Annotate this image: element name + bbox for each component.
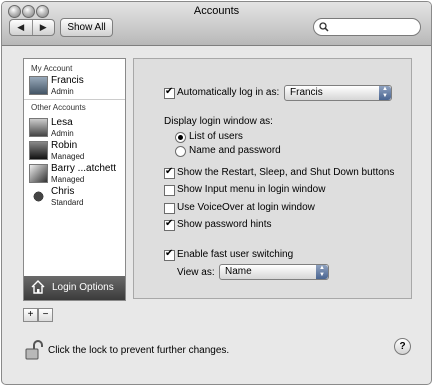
- back-button[interactable]: ◀: [10, 20, 33, 35]
- popup-arrows-icon: ▲ ▼: [316, 265, 328, 279]
- voiceover-label: Use VoiceOver at login window: [177, 202, 315, 213]
- fast-user-switching-label: Enable fast user switching: [177, 249, 294, 260]
- divider: [24, 99, 125, 100]
- display-login-label: Display login window as:: [164, 116, 273, 127]
- fast-user-switching-checkbox[interactable]: [164, 248, 175, 261]
- auto-login-user-popup[interactable]: Francis ▲ ▼: [284, 85, 392, 101]
- show-input-menu-checkbox[interactable]: [164, 185, 175, 196]
- login-options-item[interactable]: Login Options: [24, 276, 125, 300]
- show-restart-label: Show the Restart, Sleep, and Shut Down b…: [177, 167, 395, 178]
- show-input-menu-label: Show Input menu in login window: [177, 184, 326, 195]
- radio-name-label: Name and password: [189, 145, 281, 156]
- avatar: [29, 187, 48, 206]
- account-name: Chris: [51, 186, 75, 197]
- my-account-header: My Account: [31, 64, 73, 73]
- popup-value: Francis: [290, 87, 323, 98]
- avatar: [29, 118, 48, 137]
- help-button[interactable]: ?: [394, 338, 411, 355]
- radio-name-and-password[interactable]: [175, 146, 186, 157]
- account-role: Standard: [51, 198, 84, 207]
- avatar: [29, 76, 48, 95]
- account-chris[interactable]: Chris Standard: [29, 186, 125, 208]
- lock-text: Click the lock to prevent further change…: [48, 345, 230, 356]
- account-francis[interactable]: Francis Admin: [29, 75, 125, 97]
- account-list: My Account Francis Admin Other Accounts …: [23, 58, 126, 301]
- account-name: Robin: [51, 140, 78, 151]
- radio-list-of-users[interactable]: [175, 132, 186, 143]
- account-name: Lesa: [51, 117, 73, 128]
- back-forward-control: ◀ ▶: [9, 19, 55, 36]
- house-icon: [31, 280, 45, 294]
- view-as-label: View as:: [177, 267, 215, 278]
- search-icon: [319, 22, 329, 32]
- account-robin[interactable]: Robin Managed: [29, 140, 125, 162]
- show-all-button[interactable]: Show All: [60, 18, 113, 37]
- view-as-popup[interactable]: Name ▲ ▼: [219, 264, 329, 280]
- auto-login-checkbox[interactable]: [164, 86, 175, 99]
- avatar: [29, 164, 48, 183]
- other-accounts-header: Other Accounts: [31, 103, 86, 112]
- remove-account-button[interactable]: −: [38, 308, 53, 322]
- account-role: Managed: [51, 175, 85, 184]
- auto-login-label: Automatically log in as:: [177, 87, 280, 98]
- radio-list-label: List of users: [189, 131, 243, 142]
- accounts-window: Accounts ◀ ▶ Show All My Account Francis…: [1, 1, 432, 385]
- title-bar: Accounts ◀ ▶ Show All: [2, 2, 431, 46]
- account-lesa[interactable]: Lesa Admin: [29, 117, 125, 139]
- account-role: Admin: [51, 129, 74, 138]
- password-hints-checkbox[interactable]: [164, 218, 175, 231]
- account-barry[interactable]: Barry ...atchett Managed: [29, 163, 125, 185]
- account-name: Barry ...atchett: [51, 163, 117, 174]
- show-restart-checkbox[interactable]: [164, 166, 175, 179]
- forward-button[interactable]: ▶: [33, 20, 55, 35]
- password-hints-label: Show password hints: [177, 219, 272, 230]
- lock-icon[interactable]: [25, 340, 43, 360]
- search-field[interactable]: [313, 18, 421, 36]
- window-title: Accounts: [193, 5, 240, 17]
- login-options-pane: Automatically log in as: Francis ▲▼ Disp…: [133, 58, 412, 299]
- voiceover-checkbox[interactable]: [164, 203, 175, 214]
- popup-arrows-icon: ▲ ▼: [379, 86, 391, 100]
- account-role: Admin: [51, 87, 74, 96]
- login-options-label: Login Options: [52, 282, 114, 293]
- avatar: [29, 141, 48, 160]
- account-role: Managed: [51, 152, 85, 161]
- account-name: Francis: [51, 75, 84, 86]
- add-account-button[interactable]: +: [23, 308, 38, 322]
- popup-value: Name: [225, 266, 252, 277]
